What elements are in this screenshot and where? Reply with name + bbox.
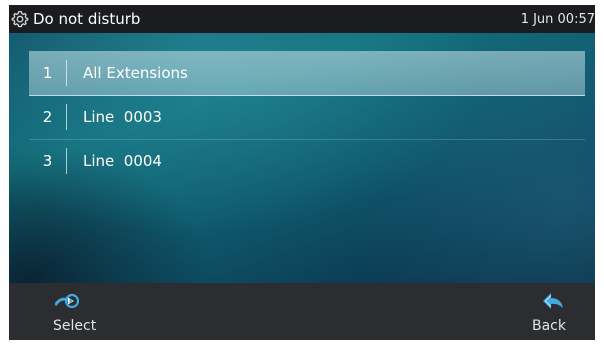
date-time: 1 Jun 00:57 [520,12,595,27]
menu-item-label: Line 0003 [83,108,162,126]
back-arrow-icon [541,291,565,311]
page-title: Do not disturb [33,10,141,28]
back-button[interactable]: Back [505,283,595,340]
menu-item-line-0003[interactable]: 2 Line 0003 [29,95,585,140]
menu-item-line-0004[interactable]: 3 Line 0004 [29,139,585,183]
divider [66,148,67,174]
menu-item-number: 1 [42,64,53,82]
menu-item-label: All Extensions [83,64,188,82]
menu-item-number: 3 [42,152,53,170]
divider [66,60,67,86]
menu-area: 1 All Extensions 2 Line 0003 3 Line 0004 [9,33,595,283]
back-label: Back [532,318,566,334]
softkey-bar: Select Back [9,283,595,340]
menu-item-number: 2 [42,108,53,126]
header-bar: Do not disturb 1 Jun 00:57 [9,5,595,33]
select-label: Select [53,318,97,334]
select-arrow-icon [54,291,80,311]
gear-icon [11,10,29,28]
phone-screen: Do not disturb 1 Jun 00:57 1 All Extensi… [9,5,595,340]
menu-item-all-extensions[interactable]: 1 All Extensions [29,51,585,96]
menu-item-label: Line 0004 [83,152,162,170]
select-button[interactable]: Select [9,283,99,340]
divider [66,104,67,130]
